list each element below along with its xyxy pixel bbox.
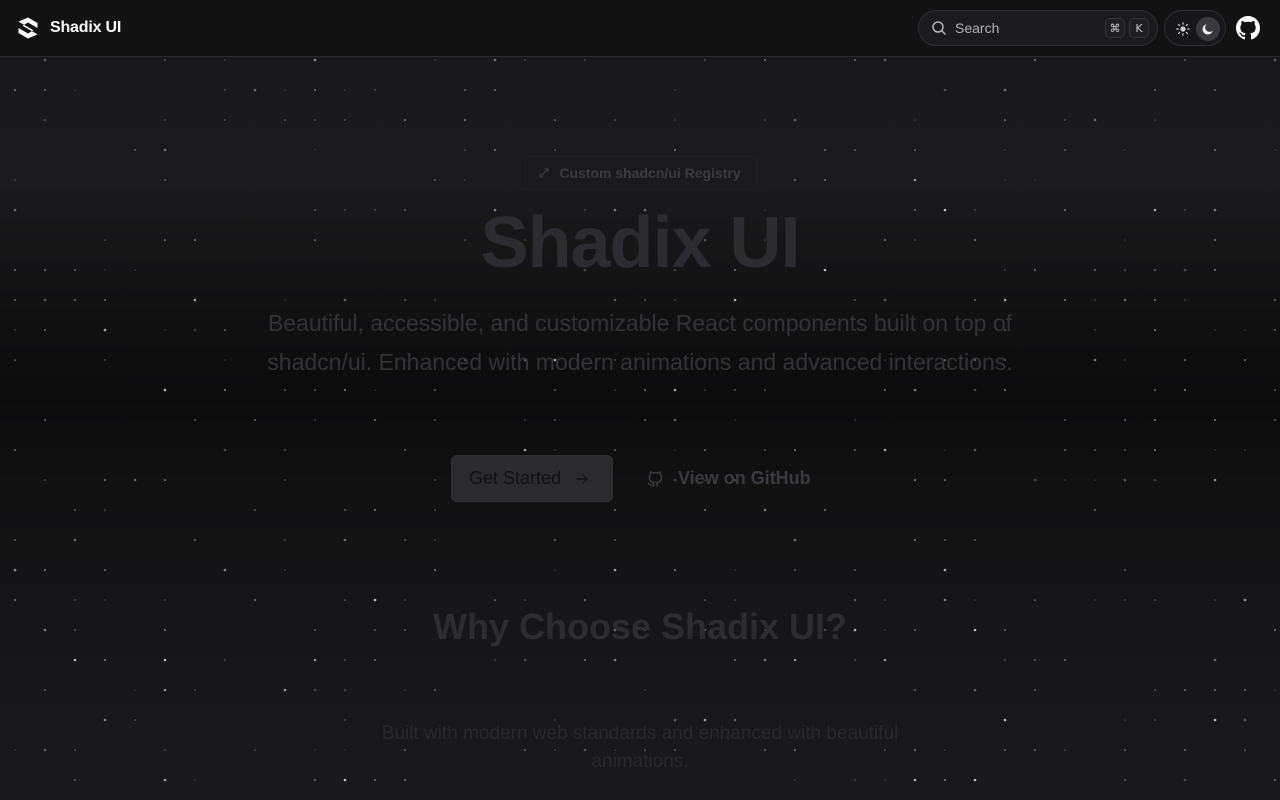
hero-title: Shadix UI xyxy=(480,203,800,283)
github-icon xyxy=(1236,16,1260,40)
get-started-label: Get Started xyxy=(469,468,562,488)
features-subtitle: Built with modern web standards and enha… xyxy=(381,723,899,772)
hero-description: Beautiful, accessible, and customizable … xyxy=(267,310,1013,375)
github-icon xyxy=(647,470,663,487)
search-icon xyxy=(932,21,946,35)
sparkle-icon xyxy=(539,168,550,178)
star-field xyxy=(13,58,1277,782)
shortcut-key-k: K xyxy=(1129,18,1149,38)
shortcut-key-cmd: ⌘ xyxy=(1105,18,1125,38)
dark-theme-button[interactable] xyxy=(1196,17,1220,41)
shadix-logo-icon xyxy=(18,17,38,39)
site-header: Shadix UI Search ⌘ K xyxy=(0,0,1280,57)
get-started-button[interactable]: Get Started xyxy=(451,455,613,502)
registry-badge: Custom shadcn/ui Registry xyxy=(520,156,758,190)
brand-link[interactable]: Shadix UI xyxy=(16,16,121,40)
moon-icon xyxy=(1202,24,1213,35)
search-button[interactable]: Search ⌘ K xyxy=(918,10,1158,46)
badge-text: Custom shadcn/ui Registry xyxy=(559,165,741,181)
brand-name: Shadix UI xyxy=(50,19,122,36)
search-label: Search xyxy=(955,20,1000,36)
light-theme-button[interactable] xyxy=(1171,17,1195,41)
github-header-link[interactable] xyxy=(1236,16,1260,40)
theme-toggle[interactable] xyxy=(1164,10,1226,46)
view-on-github-button[interactable]: View on GitHub xyxy=(638,455,828,502)
view-on-github-label: View on GitHub xyxy=(678,468,811,488)
features-title: Why Choose Shadix UI? xyxy=(432,606,848,647)
sun-icon xyxy=(1176,22,1190,36)
arrow-right-icon xyxy=(576,473,588,484)
